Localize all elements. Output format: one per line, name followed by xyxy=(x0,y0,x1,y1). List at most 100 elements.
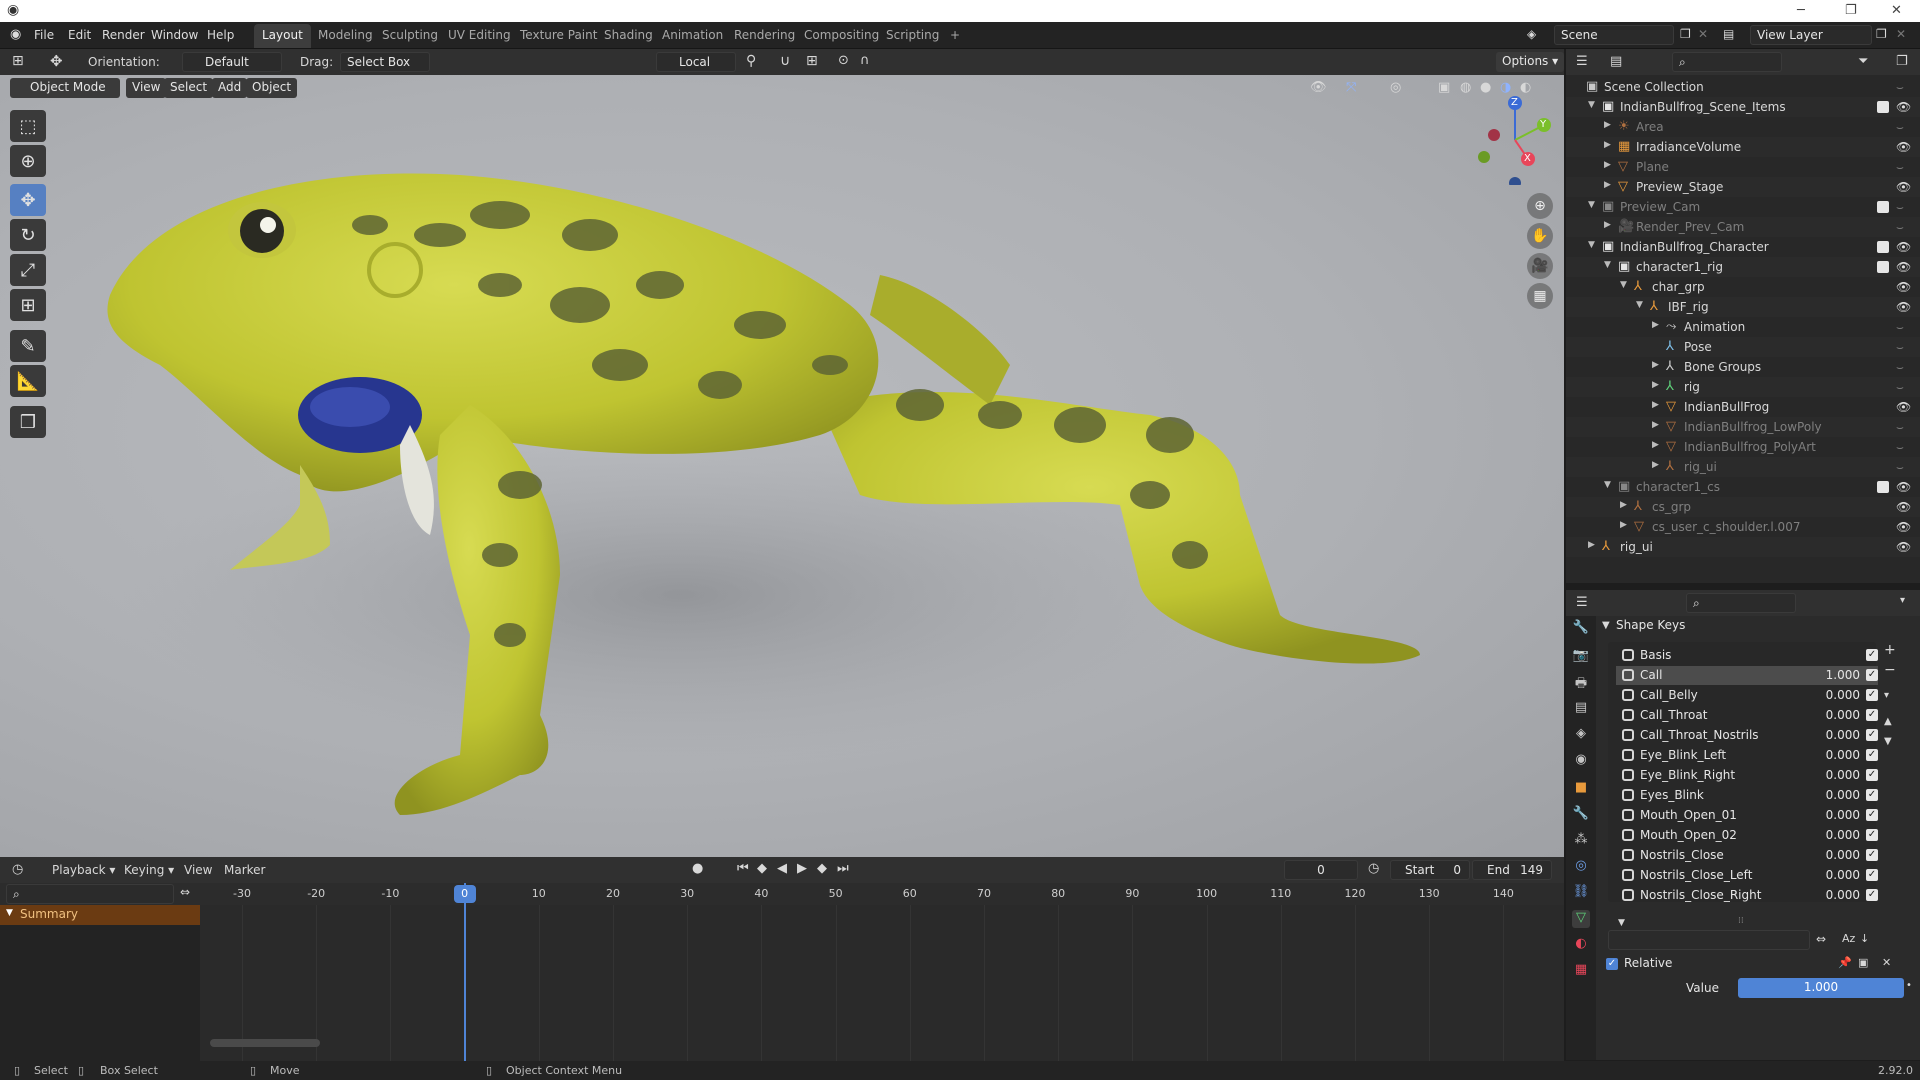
outliner-row[interactable]: ▶ ▽ IndianBullfrog_LowPoly ⌣ xyxy=(1566,417,1920,437)
outliner-row[interactable]: ▼ ⅄ char_grp 👁 xyxy=(1566,277,1920,297)
tab-rendering[interactable]: Rendering xyxy=(726,24,803,48)
tab-texture-paint[interactable]: Texture Paint xyxy=(512,24,605,48)
collapse-icon[interactable]: ▼ xyxy=(1604,260,1611,270)
new-collection-icon[interactable]: ❐ xyxy=(1896,54,1908,69)
collapse-icon[interactable]: ▼ xyxy=(1636,300,1643,310)
eye-icon[interactable]: ⌣ xyxy=(1896,360,1904,375)
expand-icon[interactable]: ▶ xyxy=(1604,180,1611,190)
shape-key-row[interactable]: Nostrils_Close 0.000 ✓ xyxy=(1616,846,1878,865)
eye-icon[interactable]: 👁 xyxy=(1896,520,1911,534)
data-tab-icon[interactable]: ▽ xyxy=(1572,910,1590,928)
move-tool[interactable]: ✥ xyxy=(10,184,46,216)
eye-icon[interactable]: 👁 xyxy=(1896,400,1911,414)
transform-tool-icon[interactable]: ✥ xyxy=(50,52,63,70)
shape-key-row[interactable]: Mouth_Open_01 0.000 ✓ xyxy=(1616,806,1878,825)
preview-range-icon[interactable]: ◷ xyxy=(1368,861,1379,876)
rendered-shading-icon[interactable]: ◐ xyxy=(1520,80,1531,95)
shape-key-row[interactable]: Nostrils_Close_Left 0.000 ✓ xyxy=(1616,866,1878,885)
view-layer-tab-icon[interactable]: ▤ xyxy=(1572,700,1590,718)
add-menu[interactable]: Add xyxy=(212,78,248,98)
jump-end-icon[interactable]: ⏭ xyxy=(837,861,849,876)
start-frame-field[interactable]: Start 0 xyxy=(1390,860,1470,880)
record-icon[interactable]: ● xyxy=(692,861,703,876)
visibility-icon[interactable]: 👁 xyxy=(1310,80,1327,95)
delete-scene-icon[interactable]: ✕ xyxy=(1698,27,1708,41)
close-button[interactable]: ✕ xyxy=(1891,3,1902,18)
select-menu[interactable]: Select xyxy=(164,78,214,98)
expand-icon[interactable]: ▶ xyxy=(1620,500,1627,510)
outliner-row[interactable]: ▶ ⅄ rig ⌣ xyxy=(1566,377,1920,397)
add-cube-tool[interactable]: ❒ xyxy=(10,406,46,438)
view-menu[interactable]: View xyxy=(126,78,167,98)
properties-editor-icon[interactable]: ☰ xyxy=(1576,595,1588,610)
keying-menu[interactable]: Keying ▾ xyxy=(124,863,174,877)
expand-icon[interactable]: ▶ xyxy=(1604,160,1611,170)
shape-key-mute-checkbox[interactable]: ✓ xyxy=(1866,829,1878,841)
eye-icon[interactable]: 👁 xyxy=(1896,300,1911,314)
expand-icon[interactable]: ▶ xyxy=(1652,360,1659,370)
outliner-row[interactable]: ▶ ▽ Preview_Stage 👁 xyxy=(1566,177,1920,197)
pivot-dropdown[interactable]: Local xyxy=(656,52,736,72)
timeline-editor-icon[interactable]: ◷ xyxy=(12,862,23,877)
menu-window[interactable]: Window xyxy=(151,28,198,42)
shape-key-row[interactable]: Mouth_Open_02 0.000 ✓ xyxy=(1616,826,1878,845)
outliner-row[interactable]: ▶ ⅄ Bone Groups ⌣ xyxy=(1566,357,1920,377)
shape-key-mute-checkbox[interactable]: ✓ xyxy=(1866,869,1878,881)
outliner-search-input[interactable]: ⌕ xyxy=(1672,52,1782,72)
collapse-icon[interactable]: ▼ xyxy=(1588,200,1595,210)
shape-key-row[interactable]: Eyes_Blink 0.000 ✓ xyxy=(1616,786,1878,805)
exclude-checkbox[interactable] xyxy=(1877,201,1889,213)
material-shading-icon[interactable]: ◑ xyxy=(1500,80,1511,95)
eye-icon[interactable]: ⌣ xyxy=(1896,420,1904,435)
camera-view-button[interactable]: 🎥 xyxy=(1527,253,1553,279)
outliner-row[interactable]: ▼ ▣ character1_cs 👁 xyxy=(1566,477,1920,497)
panel-collapse-icon[interactable]: ▼ xyxy=(1602,620,1610,631)
expand-icon[interactable]: ▶ xyxy=(1604,140,1611,150)
prev-keyframe-icon[interactable]: ◆ xyxy=(757,861,767,876)
drag-dropdown[interactable]: Select Box xyxy=(340,52,430,72)
eye-icon[interactable]: 👁 xyxy=(1896,540,1911,554)
end-frame-field[interactable]: End 149 xyxy=(1472,860,1552,880)
eye-icon[interactable]: 👁 xyxy=(1896,100,1911,114)
tab-sculpting[interactable]: Sculpting xyxy=(374,24,446,48)
outliner-row[interactable]: ▶ ⅄ rig_ui 👁 xyxy=(1566,537,1920,557)
shape-key-mute-checkbox[interactable]: ✓ xyxy=(1866,669,1878,681)
expand-icon[interactable]: ▶ xyxy=(1652,420,1659,430)
collapse-icon[interactable]: ▼ xyxy=(1604,480,1611,490)
eye-icon[interactable]: 👁 xyxy=(1896,280,1911,294)
expand-icon[interactable]: ▶ xyxy=(1652,440,1659,450)
shape-key-value[interactable]: 0.000 xyxy=(1816,688,1860,702)
output-tab-icon[interactable]: 🖶 xyxy=(1572,674,1590,692)
exclude-checkbox[interactable] xyxy=(1877,481,1889,493)
jump-start-icon[interactable]: ⏮ xyxy=(737,861,749,876)
shape-key-row[interactable]: Nostrils_Close_Right 0.000 ✓ xyxy=(1616,886,1878,905)
delete-view-layer-icon[interactable]: ✕ xyxy=(1896,27,1906,41)
collapse-icon[interactable]: ▼ xyxy=(1588,240,1595,250)
measure-tool[interactable]: 📐 xyxy=(10,365,46,397)
tab-animation[interactable]: Animation xyxy=(654,24,731,48)
eye-icon[interactable]: 👁 xyxy=(1896,180,1911,194)
shape-key-row[interactable]: Call_Belly 0.000 ✓ xyxy=(1616,686,1878,705)
snap-icon[interactable]: ⚲ xyxy=(746,53,756,69)
shape-key-mute-checkbox[interactable]: ✓ xyxy=(1866,729,1878,741)
world-tab-icon[interactable]: ◉ xyxy=(1572,752,1590,770)
eye-icon[interactable]: ⌣ xyxy=(1896,340,1904,355)
display-mode-icon[interactable]: ▤ xyxy=(1610,54,1622,69)
eye-icon[interactable]: 👁 xyxy=(1896,140,1911,154)
snap-target-icon[interactable]: ⊞ xyxy=(806,53,818,69)
expand-icon[interactable]: ▶ xyxy=(1652,400,1659,410)
properties-search-input[interactable]: ⌕ xyxy=(1686,593,1796,613)
expand-icon[interactable]: ▶ xyxy=(1652,460,1659,470)
tab-compositing[interactable]: Compositing xyxy=(796,24,887,48)
shape-key-value[interactable]: 0.000 xyxy=(1816,808,1860,822)
gizmo-toggle-icon[interactable]: ⤧ xyxy=(1346,80,1356,95)
play-icon[interactable]: ▶ xyxy=(797,861,807,876)
shape-key-mute-checkbox[interactable]: ✓ xyxy=(1866,889,1878,901)
eye-icon[interactable]: ⌣ xyxy=(1896,80,1904,95)
tab-layout[interactable]: Layout xyxy=(254,24,311,48)
falloff-icon[interactable]: ∩ xyxy=(860,53,870,68)
outliner-row[interactable]: ▼ ▣ character1_rig 👁 xyxy=(1566,257,1920,277)
magnet-icon[interactable]: ∪ xyxy=(780,53,790,69)
frog-model[interactable] xyxy=(0,75,1564,857)
solid-shading-icon[interactable]: ● xyxy=(1480,80,1491,95)
